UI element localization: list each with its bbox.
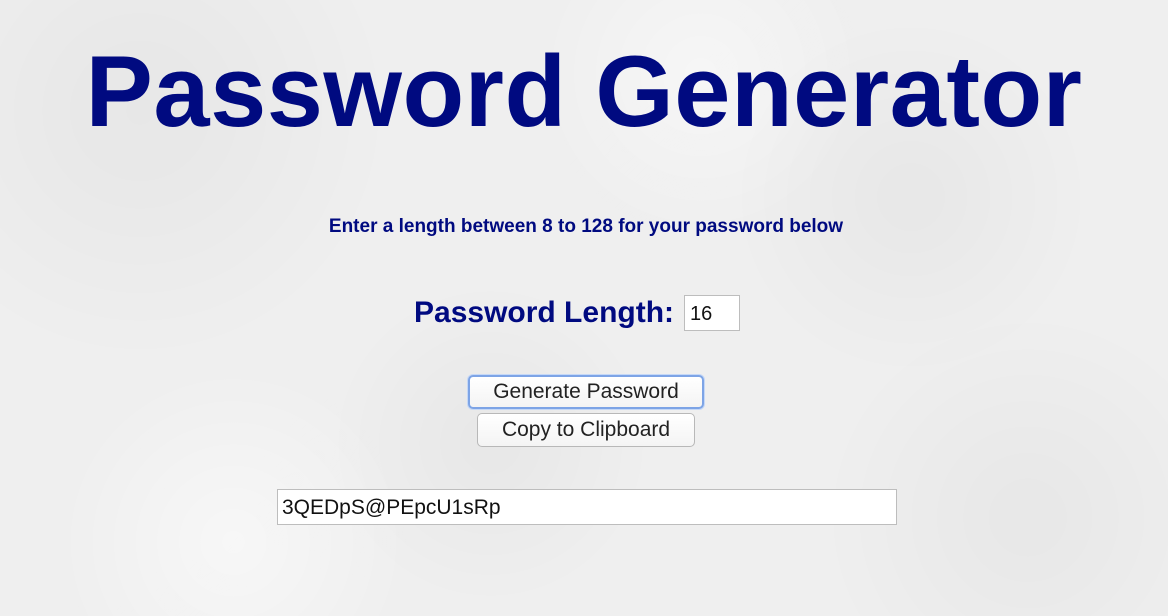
generated-password-field[interactable] (277, 489, 897, 525)
length-instructions: Enter a length between 8 to 128 for your… (328, 216, 844, 237)
password-length-label: Password Length: (414, 296, 675, 329)
page-title: Password Generator (85, 36, 1083, 148)
password-length-row: Password Length: (414, 295, 741, 331)
copy-to-clipboard-button[interactable]: Copy to Clipboard (477, 413, 695, 447)
generate-password-button[interactable]: Generate Password (468, 375, 704, 409)
password-length-input[interactable] (684, 295, 741, 331)
